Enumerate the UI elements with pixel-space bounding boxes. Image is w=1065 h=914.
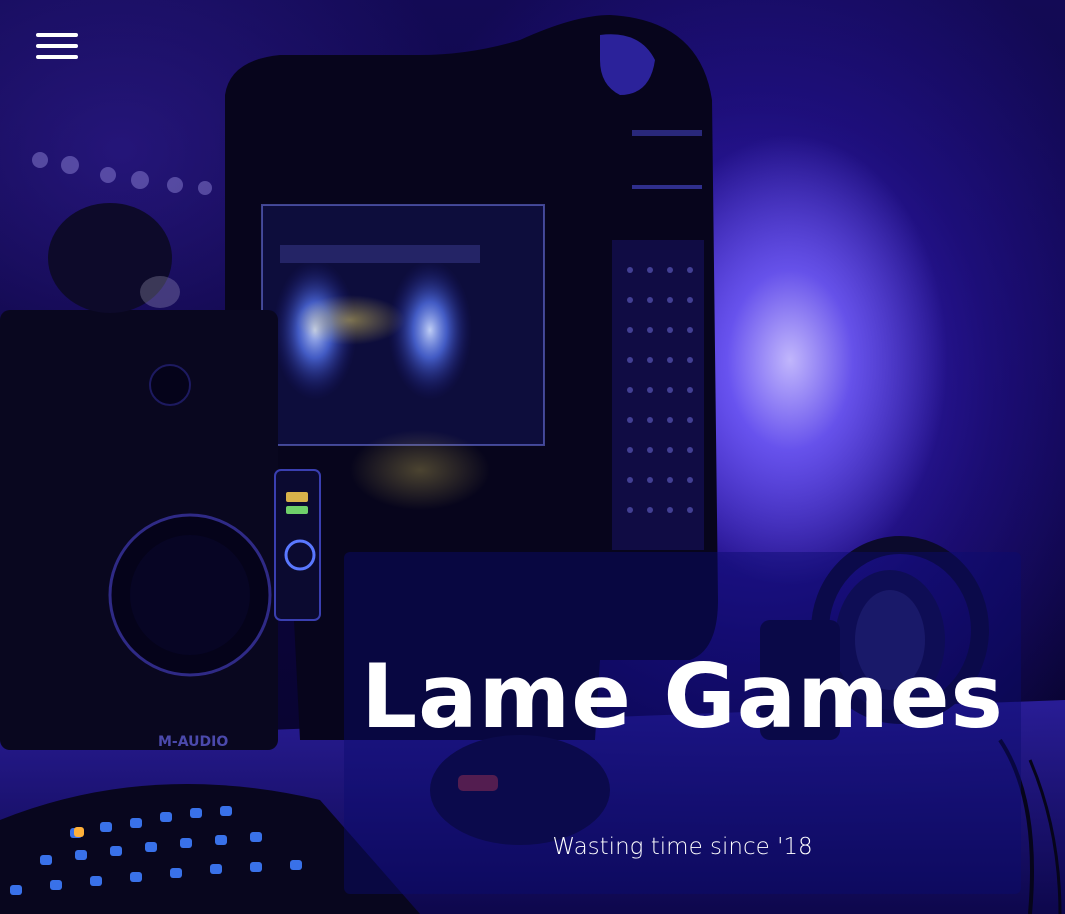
menu-bar-bottom (36, 55, 78, 59)
svg-text:M-AUDIO: M-AUDIO (158, 734, 228, 750)
hamburger-menu-icon[interactable] (36, 31, 78, 63)
hero-section: M-AUDIO Lame Games Wasting time since '1… (0, 0, 1065, 914)
hero-title-panel: Lame Games Wasting time since '18 (344, 552, 1021, 894)
menu-bar-middle (36, 44, 78, 48)
menu-bar-top (36, 33, 78, 37)
site-tagline: Wasting time since '18 (552, 834, 813, 860)
site-title: Lame Games (361, 645, 1004, 748)
